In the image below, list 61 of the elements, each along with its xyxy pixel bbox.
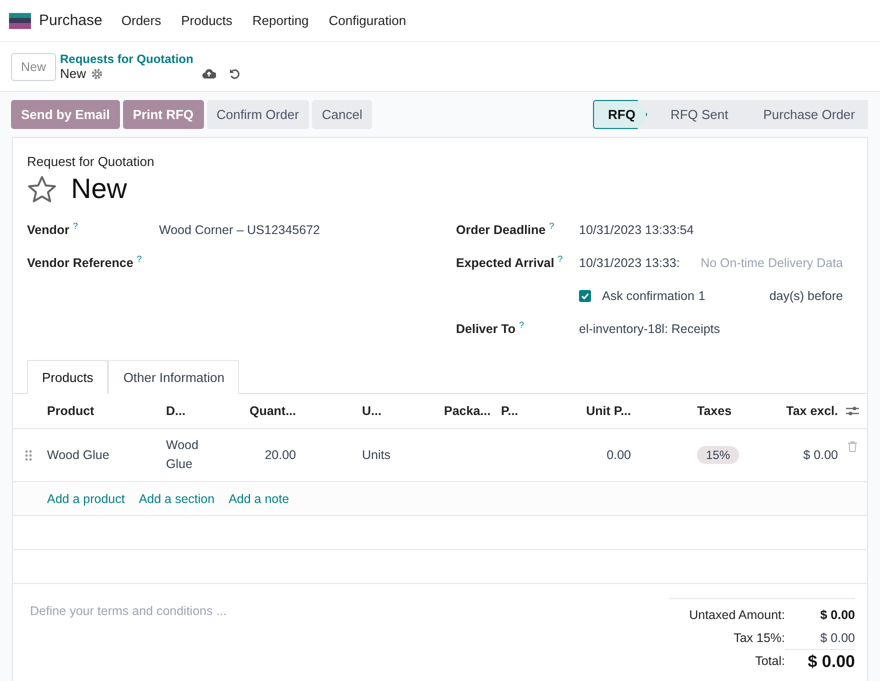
tab[interactable]: Other Information — [108, 360, 240, 394]
app-logo-icon[interactable] — [9, 12, 31, 28]
table-cell: $ 0.00 — [803, 448, 838, 462]
menu-item[interactable]: Configuration — [328, 13, 406, 28]
menu-item[interactable]: Products — [181, 13, 232, 28]
tax-tag: 15% — [697, 446, 740, 464]
add-line-link[interactable]: Add a note — [228, 492, 290, 506]
breadcrumb-link[interactable]: Requests for Quotation — [60, 52, 194, 66]
undo-icon[interactable] — [229, 68, 242, 80]
table-cell: Units — [362, 448, 390, 462]
record-name: New — [60, 66, 86, 81]
action-button[interactable]: Confirm Order — [206, 100, 309, 129]
table-cell-text: Wood Glue — [166, 437, 200, 473]
checkbox[interactable] — [579, 290, 591, 302]
field-value[interactable]: Wood Corner – US12345672 — [159, 222, 320, 236]
cloud-upload-icon[interactable] — [202, 68, 216, 79]
column-header[interactable]: Tax excl. — [767, 404, 838, 418]
total-label: Untaxed Amount: — [689, 608, 785, 622]
action-button[interactable]: Cancel — [312, 100, 372, 129]
star-icon[interactable] — [27, 175, 57, 203]
field-value[interactable]: el-inventory-18l: Receipts — [579, 322, 720, 336]
column-header[interactable]: D... — [166, 404, 248, 418]
status-stage[interactable]: RFQ — [592, 100, 648, 129]
table-cell: 0.00 — [606, 448, 631, 462]
new-button[interactable]: New — [11, 52, 56, 80]
field-label: Expected Arrival $^{?}$ — [456, 254, 564, 271]
field-value[interactable]: 10/31/2023 13:33: — [579, 256, 680, 270]
days-field[interactable]: 1 — [698, 288, 706, 302]
total-label: Tax 15%: — [734, 630, 785, 644]
field-label: Vendor $^{?}$ — [27, 221, 79, 238]
field-value[interactable]: 10/31/2023 13:33:54 — [579, 222, 694, 236]
total-value: $ 0.00 — [819, 608, 855, 622]
checkbox-label[interactable]: Ask confirmation — [602, 288, 694, 302]
table-cell: Wood Glue — [47, 448, 110, 462]
column-header[interactable]: Product — [47, 404, 166, 418]
gear-icon[interactable] — [91, 68, 104, 80]
days-suffix: day(s) before — [769, 288, 843, 302]
app-name[interactable]: Purchase — [39, 12, 102, 29]
column-header[interactable]: P... — [501, 404, 561, 418]
record-title: New — [71, 173, 128, 205]
menu-item[interactable]: Reporting — [252, 13, 309, 28]
total-label: Total: — [755, 654, 785, 668]
total-value: $ 0.00 — [819, 630, 855, 644]
field-label: Order Deadline $^{?}$ — [456, 221, 556, 238]
menu-item[interactable]: Orders — [121, 13, 162, 28]
add-line-link[interactable]: Add a section — [138, 492, 215, 506]
field-label: Vendor Reference $^{?}$ — [27, 254, 143, 271]
column-settings-icon[interactable] — [846, 405, 859, 417]
column-header[interactable]: Quant... — [248, 404, 362, 418]
add-line-link[interactable]: Add a product — [47, 492, 125, 506]
record-type-label: Request for Quotation — [27, 154, 156, 169]
drag-handle-icon[interactable] — [24, 450, 32, 460]
column-header[interactable]: Unit P... — [561, 404, 631, 418]
field-label: Deliver To $^{?}$ — [456, 320, 525, 337]
column-header[interactable]: Taxes — [631, 404, 767, 418]
total-value: $ 0.00 — [785, 649, 855, 672]
table-cell: 20.00 — [264, 448, 296, 462]
column-header[interactable]: U... — [362, 404, 444, 418]
column-header[interactable]: Packa... — [444, 404, 501, 418]
tab[interactable]: Products — [27, 360, 108, 394]
delivery-note: No On-time Delivery Data — [700, 256, 843, 270]
